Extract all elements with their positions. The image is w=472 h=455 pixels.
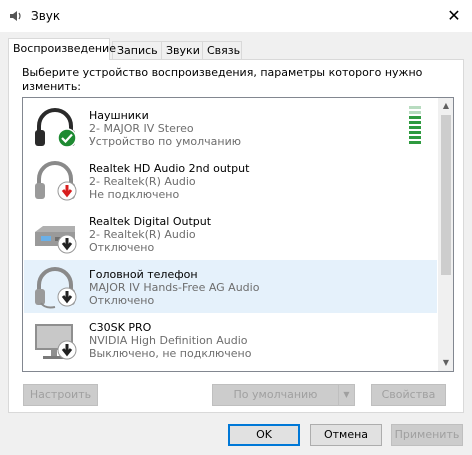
volume-level-bar xyxy=(409,106,421,109)
list-item[interactable]: C30SK PRO NVIDIA High Definition Audio В… xyxy=(24,313,437,366)
disabled-arrow-icon xyxy=(57,340,77,360)
chevron-down-icon[interactable]: ▼ xyxy=(338,385,354,405)
list-item[interactable]: Головной телефон MAJOR IV Hands-Free AG … xyxy=(24,260,437,313)
disabled-arrow-icon xyxy=(57,234,77,254)
instruction-text: Выберите устройство воспроизведения, пар… xyxy=(22,66,423,93)
device-name: Головной телефон xyxy=(89,268,198,281)
device-list[interactable]: Наушники 2- MAJOR IV Stereo Устройство п… xyxy=(22,97,454,372)
ok-button[interactable]: OK xyxy=(228,424,300,446)
device-status: Не подключено xyxy=(89,188,180,201)
close-button[interactable]: ✕ xyxy=(444,6,464,26)
tab-playback[interactable]: Воспроизведение xyxy=(8,38,116,60)
device-driver: MAJOR IV Hands-Free AG Audio xyxy=(89,281,260,294)
device-status: Устройство по умолчанию xyxy=(89,135,242,148)
speaker-icon xyxy=(10,11,21,21)
volume-level-bar xyxy=(409,121,421,124)
list-item[interactable]: Realtek Digital Output 2- Realtek(R) Aud… xyxy=(24,207,437,260)
device-name: Realtek HD Audio 2nd output xyxy=(89,162,250,175)
scroll-thumb[interactable] xyxy=(441,115,451,275)
device-driver: NVIDIA High Definition Audio xyxy=(89,334,248,347)
tab-communications[interactable]: Связь xyxy=(202,41,242,60)
list-item[interactable]: Наушники 2- MAJOR IV Stereo Устройство п… xyxy=(24,101,437,154)
device-name: Realtek Digital Output xyxy=(89,215,212,228)
volume-level-bar xyxy=(409,136,421,139)
device-name: Наушники xyxy=(89,109,149,122)
volume-level-bar xyxy=(409,131,421,134)
title-bar: Звук ✕ xyxy=(0,0,472,32)
cancel-button[interactable]: Отмена xyxy=(310,424,382,446)
set-default-label: По умолчанию xyxy=(233,388,318,401)
volume-level-bar xyxy=(409,116,421,119)
list-item[interactable]: Realtek HD Audio 2nd output 2- Realtek(R… xyxy=(24,154,437,207)
configure-button[interactable]: Настроить xyxy=(23,384,98,406)
volume-level-bar xyxy=(409,111,421,114)
device-driver: 2- MAJOR IV Stereo xyxy=(89,122,194,135)
scroll-up-arrow-icon[interactable]: ▲ xyxy=(438,98,453,114)
volume-level-meter xyxy=(409,106,421,146)
volume-level-bar xyxy=(409,126,421,129)
scroll-down-arrow-icon[interactable]: ▼ xyxy=(438,355,453,371)
set-default-button[interactable]: По умолчанию ▼ xyxy=(212,384,355,406)
playback-panel: Выберите устройство воспроизведения, пар… xyxy=(8,59,464,413)
tab-recording[interactable]: Запись xyxy=(112,41,162,60)
device-driver: 2- Realtek(R) Audio xyxy=(89,175,196,188)
device-status: Отключено xyxy=(89,294,155,307)
volume-level-bar xyxy=(409,141,421,144)
device-status: Отключено xyxy=(89,241,155,254)
tab-sounds[interactable]: Звуки xyxy=(161,41,203,60)
apply-button[interactable]: Применить xyxy=(391,424,463,446)
device-driver: 2- Realtek(R) Audio xyxy=(89,228,196,241)
device-name: C30SK PRO xyxy=(89,321,152,334)
device-list-scrollbar[interactable]: ▲ ▼ xyxy=(438,98,453,371)
default-check-icon xyxy=(57,128,77,148)
disabled-arrow-icon xyxy=(57,287,77,307)
window-title: Звук xyxy=(31,9,61,23)
properties-button[interactable]: Свойства xyxy=(371,384,446,406)
device-status: Выключено, не подключено xyxy=(89,347,252,360)
not-connected-red-arrow-icon xyxy=(57,181,77,201)
